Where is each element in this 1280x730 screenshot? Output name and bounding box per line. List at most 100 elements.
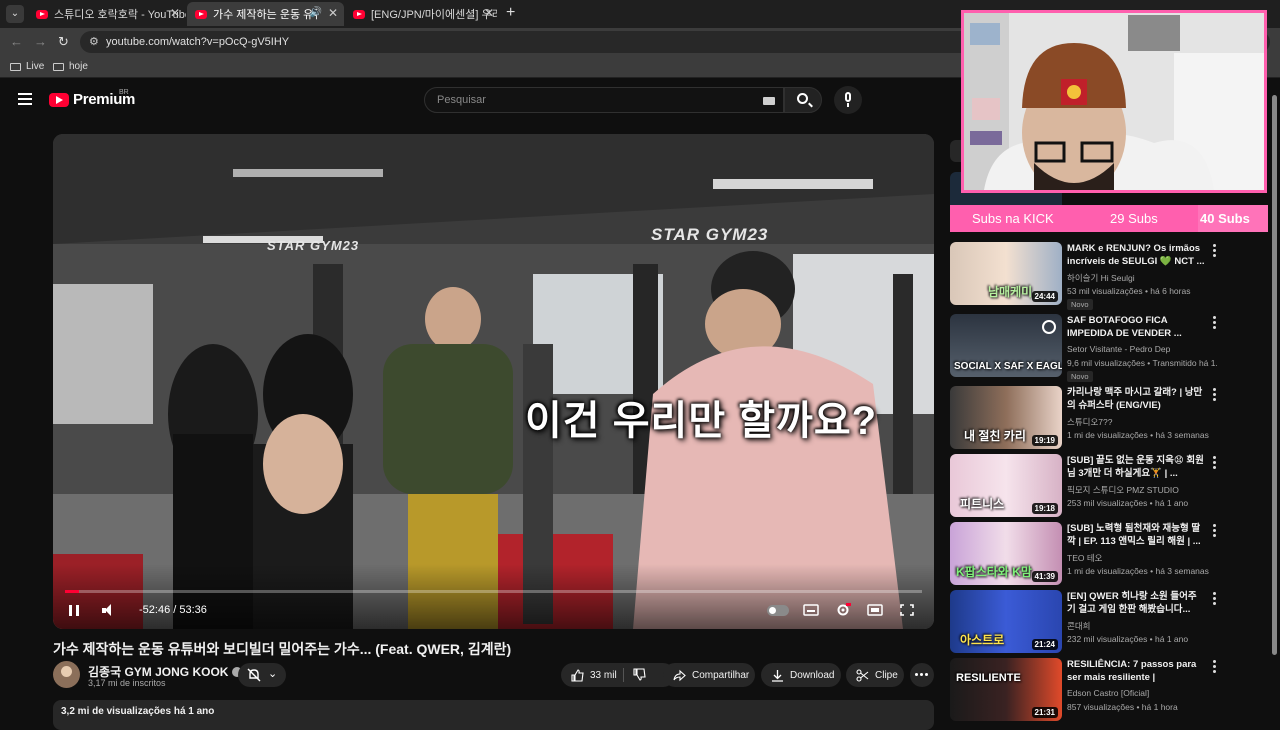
- time-display: -52:46 / 53:36: [139, 604, 207, 616]
- duration-badge: 41:39: [1031, 571, 1058, 582]
- recommendation-channel[interactable]: 하이슬기 Hi Seulgi: [1067, 272, 1135, 284]
- scrollbar-thumb[interactable]: [1272, 95, 1277, 655]
- browser-tab-2[interactable]: 가수 제작하는 운동 유튜버와 🔊 ✕: [187, 2, 344, 26]
- kebab-menu-icon[interactable]: [1208, 244, 1220, 258]
- back-arrow-icon[interactable]: ←: [10, 34, 23, 49]
- thumbnail-text: 남매케미: [988, 285, 1033, 299]
- recommendation-meta: 1 mi de visualizações • há 3 semanas: [1067, 566, 1209, 576]
- site-info-icon[interactable]: ⚙: [89, 35, 99, 48]
- recommendation-item[interactable]: 아스트로 21:24 [EN] QWER 히나랑 소원 들어주기 걸고 게임 한…: [950, 590, 1255, 656]
- recommendation-channel[interactable]: 스튜디오7??: [1067, 416, 1112, 428]
- channel-name-text[interactable]: 김종국 GYM JONG KOOK: [88, 665, 228, 679]
- channel-avatar[interactable]: [53, 661, 80, 688]
- notification-bell-button[interactable]: ⌄: [238, 663, 286, 687]
- video-thumbnail[interactable]: SOCIAL X SAF X EAGLE: [950, 314, 1062, 377]
- voice-search-button[interactable]: [834, 86, 862, 114]
- video-player[interactable]: STAR GYM23 STAR GYM23 이건 우리만 할까요? -52:46…: [53, 134, 934, 629]
- search-box[interactable]: [424, 87, 784, 113]
- search-icon: [797, 93, 808, 104]
- thumbnail-text: RESILIENTE: [956, 672, 1021, 684]
- progress-bar[interactable]: [65, 590, 922, 593]
- download-button[interactable]: Download: [761, 663, 841, 687]
- gym-sign-text: STAR GYM23: [651, 225, 769, 244]
- theater-mode-icon[interactable]: [867, 603, 883, 617]
- download-label: Download: [790, 669, 835, 681]
- close-tab-icon[interactable]: ✕: [170, 6, 180, 20]
- kebab-menu-icon[interactable]: [1208, 456, 1220, 470]
- thumbnail-text: 아스트로: [960, 633, 1005, 647]
- tab-label: [ENG/JPN/마이에센셜] 우리 은: [371, 9, 497, 21]
- description-box[interactable]: 3,2 mi de visualizações há 1 ano: [53, 700, 934, 730]
- recommendation-channel[interactable]: Edson Castro [Oficial]: [1067, 688, 1149, 698]
- recommendation-meta: 253 mil visualizações • há 1 ano: [1067, 498, 1189, 508]
- more-actions-button[interactable]: [910, 663, 934, 687]
- recommendation-channel[interactable]: Setor Visitante - Pedro Dep: [1067, 344, 1170, 354]
- subtitles-icon[interactable]: [803, 603, 819, 617]
- recommendation-channel[interactable]: 콘대희: [1067, 620, 1090, 632]
- like-count[interactable]: 33 mil: [590, 670, 617, 681]
- reload-icon[interactable]: ↻: [58, 34, 69, 50]
- thumbs-up-icon[interactable]: [571, 668, 584, 682]
- subs-counter-bar: Subs na KICK 29 Subs 40 Subs: [950, 205, 1268, 232]
- clip-button[interactable]: Clipe: [846, 663, 904, 687]
- share-label: Compartilhar: [692, 669, 750, 681]
- subs-kick-count: 29 Subs: [1110, 211, 1158, 226]
- fullscreen-icon[interactable]: [899, 603, 915, 617]
- search-button[interactable]: [784, 87, 822, 113]
- video-thumbnail[interactable]: 피트니스 19:18: [950, 454, 1062, 517]
- scissors-icon: [856, 668, 869, 682]
- recommendation-item[interactable]: 남매케미 24:44 MARK e RENJUN? Os irmãos incr…: [950, 242, 1255, 310]
- kebab-menu-icon[interactable]: [1208, 316, 1220, 330]
- recommendation-item[interactable]: RESILIENTE 21:31 RESILIÊNCIA: 7 passos p…: [950, 658, 1255, 724]
- clock-icon: [1042, 320, 1056, 334]
- menu-icon[interactable]: [18, 93, 32, 105]
- browser-tab-3[interactable]: [ENG/JPN/마이에센셜] 우리 은 ✕: [345, 2, 500, 26]
- settings-gear-icon[interactable]: [835, 603, 851, 617]
- keyboard-icon[interactable]: [763, 97, 775, 105]
- close-tab-icon[interactable]: ✕: [328, 6, 338, 20]
- recommendation-title[interactable]: MARK e RENJUN? Os irmãos incríveis de SE…: [1067, 242, 1205, 268]
- recommendation-meta: 1 mi de visualizações • há 3 semanas: [1067, 430, 1209, 440]
- url-text[interactable]: youtube.com/watch?v=pOcQ-gV5IHY: [106, 36, 289, 48]
- recommendation-title[interactable]: [SUB] 노력형 됨천재와 재능형 딸깍 | EP. 113 앤믹스 릴리 해…: [1067, 522, 1205, 548]
- new-tab-button[interactable]: +: [506, 4, 515, 22]
- kebab-menu-icon[interactable]: [1208, 524, 1220, 538]
- folder-icon: [10, 62, 21, 71]
- recommendation-channel[interactable]: TEO 테오: [1067, 552, 1102, 564]
- video-thumbnail[interactable]: RESILIENTE 21:31: [950, 658, 1062, 721]
- bookmark-folder-hoje[interactable]: hoje: [53, 61, 88, 72]
- video-thumbnail[interactable]: 내 절친 카리 19:19: [950, 386, 1062, 449]
- new-badge: Novo: [1067, 371, 1093, 382]
- tab-search-button[interactable]: ⌄: [6, 5, 24, 23]
- video-thumbnail[interactable]: 아스트로 21:24: [950, 590, 1062, 653]
- recommendation-title[interactable]: 카리나랑 맥주 마시고 갈래? | 낭만의 슈퍼스타 (ENG/VIE): [1067, 386, 1205, 412]
- forward-arrow-icon[interactable]: →: [34, 34, 47, 49]
- search-input[interactable]: [437, 94, 737, 106]
- like-dislike-group: 33 mil: [561, 663, 675, 687]
- recommendation-item[interactable]: SOCIAL X SAF X EAGLE SAF BOTAFOGO FICA I…: [950, 314, 1255, 382]
- thumbs-down-icon[interactable]: [633, 668, 646, 684]
- close-tab-icon[interactable]: ✕: [484, 6, 494, 20]
- duration-badge: 21:31: [1031, 707, 1058, 718]
- autoplay-toggle[interactable]: [767, 605, 789, 616]
- browser-tab-1[interactable]: 스튜디오 호락호락 - YouTube ✕: [28, 2, 186, 26]
- recommendation-item[interactable]: 피트니스 19:18 [SUB] 끝도 없는 운동 지옥😧 회원님 3개만 더 …: [950, 454, 1255, 520]
- recommendation-title[interactable]: SAF BOTAFOGO FICA IMPEDIDA DE VENDER ...: [1067, 314, 1205, 340]
- kebab-menu-icon[interactable]: [1208, 660, 1220, 674]
- recommendation-title[interactable]: [EN] QWER 히나랑 소원 들어주기 걸고 게임 한판 해봤습니다...: [1067, 590, 1205, 616]
- speaker-icon[interactable]: 🔊: [310, 7, 322, 18]
- recommendation-title[interactable]: [SUB] 끝도 없는 운동 지옥😧 회원님 3개만 더 하실게요🏋️ | ..…: [1067, 454, 1205, 480]
- pause-icon[interactable]: [69, 605, 79, 616]
- share-button[interactable]: Compartilhar: [663, 663, 755, 687]
- kebab-menu-icon[interactable]: [1208, 388, 1220, 402]
- video-thumbnail[interactable]: K팝스타와 K맘 41:39: [950, 522, 1062, 585]
- recommendation-item[interactable]: 내 절친 카리 19:19 카리나랑 맥주 마시고 갈래? | 낭만의 슈퍼스타…: [950, 386, 1255, 452]
- volume-icon[interactable]: [102, 604, 116, 617]
- video-thumbnail[interactable]: 남매케미 24:44: [950, 242, 1062, 305]
- recommendation-title[interactable]: RESILIÊNCIA: 7 passos para ser mais resi…: [1067, 658, 1205, 684]
- recommendation-item[interactable]: K팝스타와 K맘 41:39 [SUB] 노력형 됨천재와 재능형 딸깍 | E…: [950, 522, 1255, 588]
- recommendation-channel[interactable]: 픽모지 스튜디오 PMZ STUDIO: [1067, 484, 1179, 496]
- kebab-menu-icon[interactable]: [1208, 592, 1220, 606]
- recommendation-meta: 232 mil visualizações • há 1 ano: [1067, 634, 1189, 644]
- bookmark-folder-live[interactable]: Live: [10, 61, 44, 72]
